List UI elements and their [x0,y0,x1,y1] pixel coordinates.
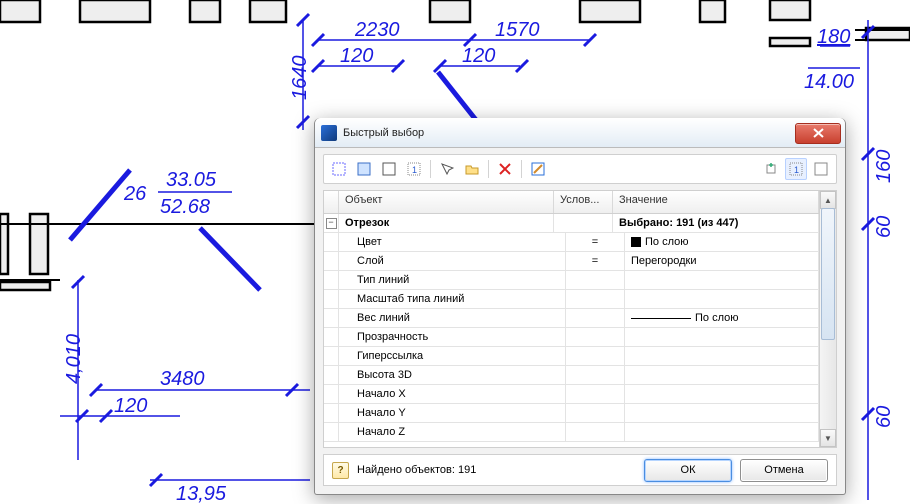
prop-condition[interactable] [566,290,625,308]
prop-name: Начало X [339,385,566,403]
prop-name: Тип линий [339,271,566,289]
property-row[interactable]: Гиперссылка [324,347,819,366]
prop-name: Слой [339,252,566,270]
svg-text:1640: 1640 [289,56,311,101]
property-row[interactable]: Тип линий [324,271,819,290]
svg-text:2230: 2230 [354,19,400,41]
prop-value[interactable]: Перегородки [625,252,819,270]
tool-delete-icon[interactable] [494,158,516,180]
object-type-row[interactable]: − Отрезок Выбрано: 191 (из 447) [324,214,819,233]
svg-text:1570: 1570 [495,19,540,41]
tool-edit-icon[interactable] [527,158,549,180]
help-icon[interactable]: ? [332,462,349,479]
svg-text:160: 160 [873,150,895,183]
column-value[interactable]: Значение [613,191,819,213]
prop-value[interactable] [625,404,819,422]
svg-text:13,95: 13,95 [176,483,227,504]
property-grid: Объект Услов... Значение − Отрезок Выбра… [323,190,837,448]
prop-value[interactable] [625,290,819,308]
prop-condition[interactable]: = [566,252,625,270]
prop-value[interactable] [625,328,819,346]
svg-text:180: 180 [817,26,850,48]
close-button[interactable] [795,123,841,144]
svg-text:120: 120 [114,395,147,417]
property-row[interactable]: Вес линий По слою [324,309,819,328]
prop-value[interactable] [625,385,819,403]
scroll-thumb[interactable] [821,208,835,340]
prop-condition[interactable] [566,366,625,384]
prop-condition[interactable] [566,423,625,441]
prop-value[interactable]: По слою [625,309,819,327]
cancel-button[interactable]: Отмена [740,459,828,482]
column-object[interactable]: Объект [339,191,554,213]
property-row[interactable]: Масштаб типа линий [324,290,819,309]
prop-condition[interactable] [566,309,625,327]
dialog-titlebar[interactable]: Быстрый выбор [315,118,845,148]
prop-name: Масштаб типа линий [339,290,566,308]
property-row[interactable]: Начало X [324,385,819,404]
property-row[interactable]: Начало Y [324,404,819,423]
property-row[interactable]: Высота 3D [324,366,819,385]
prop-condition[interactable] [566,347,625,365]
ok-button[interactable]: ОК [644,459,732,482]
dialog-toolbar: 1 1 [323,154,837,184]
prop-name: Вес линий [339,309,566,327]
prop-name: Цвет [339,233,566,251]
tool-mode-cross-icon[interactable] [810,158,832,180]
svg-text:120: 120 [340,45,373,67]
prop-condition[interactable] [566,404,625,422]
property-row[interactable]: Слой=Перегородки [324,252,819,271]
prop-name: Прозрачность [339,328,566,346]
tool-mode-add-icon[interactable] [760,158,782,180]
svg-text:33.05: 33.05 [166,169,217,191]
scroll-up-icon[interactable]: ▲ [820,191,836,209]
tool-pick-icon[interactable] [436,158,458,180]
tool-select-all-icon[interactable] [328,158,350,180]
svg-text:60: 60 [873,216,895,238]
collapse-icon[interactable]: − [326,218,337,229]
grid-header: Объект Услов... Значение [324,191,819,214]
prop-value[interactable] [625,366,819,384]
app-icon [321,125,337,141]
prop-name: Начало Z [339,423,566,441]
property-row[interactable]: Прозрачность [324,328,819,347]
property-row[interactable]: Начало Z [324,423,819,442]
scroll-down-icon[interactable]: ▼ [820,429,836,447]
dialog-title: Быстрый выбор [343,127,424,139]
tool-select-one-icon[interactable]: 1 [403,158,425,180]
prop-condition[interactable] [566,385,625,403]
tool-select-window-icon[interactable] [353,158,375,180]
prop-condition[interactable]: = [566,233,625,251]
svg-text:26: 26 [123,183,147,205]
dialog-footer: ? Найдено объектов: 191 ОК Отмена [323,454,837,486]
tool-select-cross-icon[interactable] [378,158,400,180]
tool-mode-one-icon[interactable]: 1 [785,158,807,180]
tool-open-icon[interactable] [461,158,483,180]
svg-text:60: 60 [873,406,895,428]
svg-text:1: 1 [412,165,417,175]
status-text: Найдено объектов: 191 [357,464,476,476]
prop-name: Начало Y [339,404,566,422]
prop-value[interactable] [625,423,819,441]
svg-text:3480: 3480 [160,368,205,390]
svg-text:14.00: 14.00 [804,71,854,93]
column-condition[interactable]: Услов... [554,191,613,213]
svg-text:120: 120 [462,45,495,67]
property-row[interactable]: Цвет=По слою [324,233,819,252]
prop-name: Высота 3D [339,366,566,384]
svg-text:1: 1 [794,165,799,175]
quick-select-dialog: Быстрый выбор 1 1 Объект Услов... Значен… [314,118,846,495]
prop-condition[interactable] [566,271,625,289]
svg-text:52.68: 52.68 [160,196,210,218]
grid-scrollbar[interactable]: ▲ ▼ [819,191,836,447]
prop-value[interactable] [625,271,819,289]
prop-condition[interactable] [566,328,625,346]
prop-value[interactable] [625,347,819,365]
prop-name: Гиперссылка [339,347,566,365]
svg-text:4,010: 4,010 [63,334,85,384]
prop-value[interactable]: По слою [625,233,819,251]
